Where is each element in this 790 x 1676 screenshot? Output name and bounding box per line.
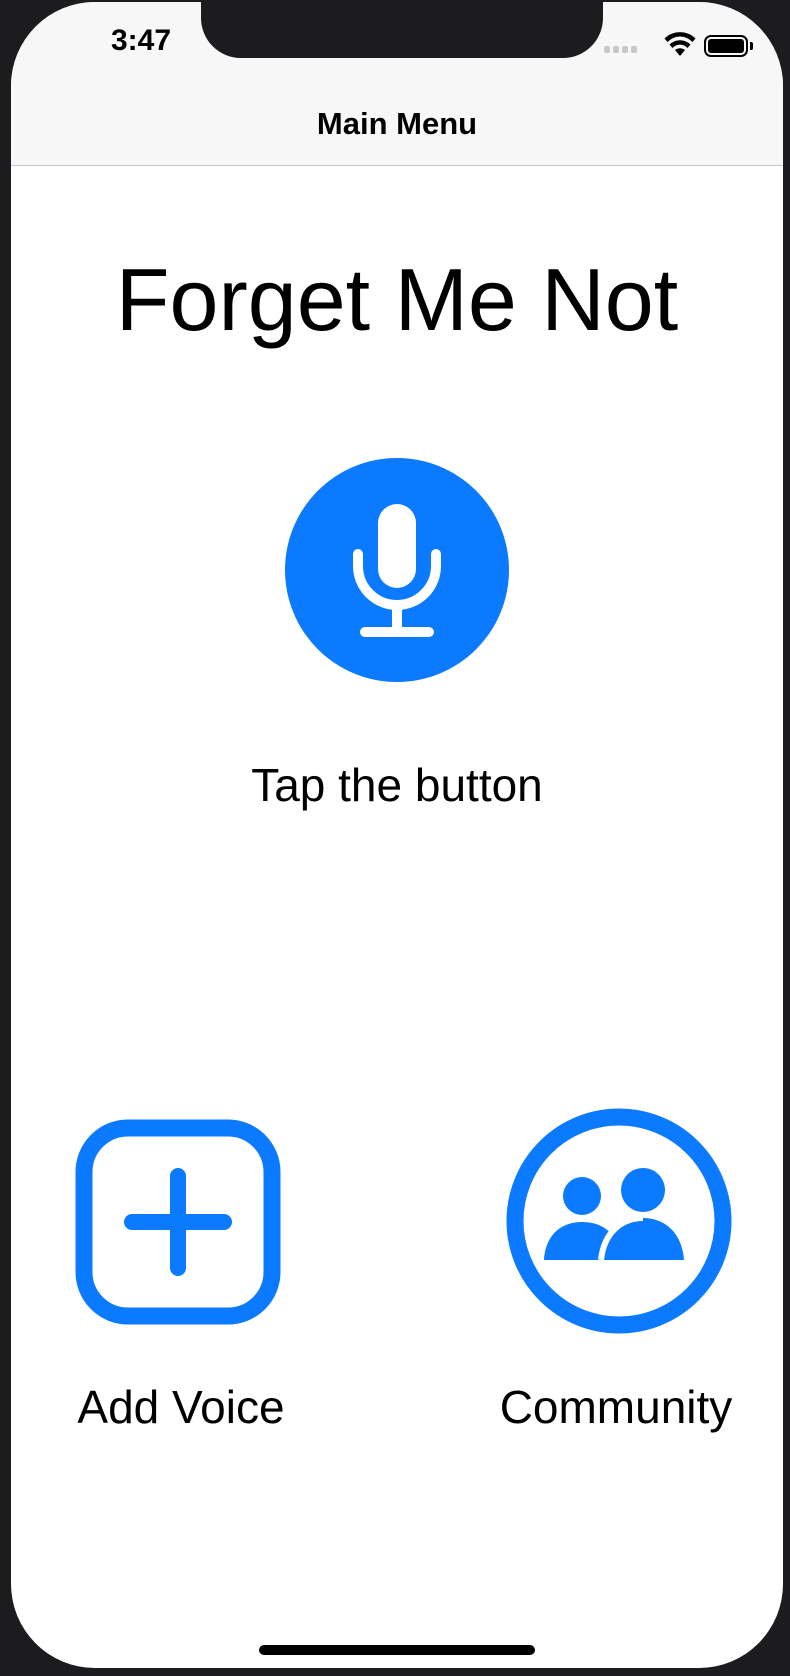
record-hint-label: Tap the button [251, 759, 543, 811]
microphone-icon [353, 504, 441, 637]
nav-title: Main Menu [316, 106, 478, 141]
add-voice-button[interactable] [74, 1118, 282, 1326]
community-button[interactable] [506, 1108, 732, 1334]
phone-screen: 3:47 Main Menu Forget Me Not Tap the but… [11, 2, 783, 1668]
people-circle-icon [506, 1108, 732, 1334]
status-time: 3:47 [110, 24, 172, 57]
battery-icon [704, 35, 753, 57]
status-icons [604, 32, 764, 62]
page-title: Forget Me Not [115, 250, 679, 349]
add-voice-label: Add Voice [77, 1381, 285, 1433]
community-label: Community [499, 1381, 733, 1433]
cellular-signal-icon [604, 46, 637, 53]
wifi-icon [664, 32, 696, 56]
device-notch [201, 2, 603, 58]
plus-square-icon [75, 1119, 281, 1325]
navigation-bar: 3:47 Main Menu [11, 2, 783, 166]
record-button[interactable] [285, 458, 509, 682]
home-indicator[interactable] [259, 1645, 535, 1655]
